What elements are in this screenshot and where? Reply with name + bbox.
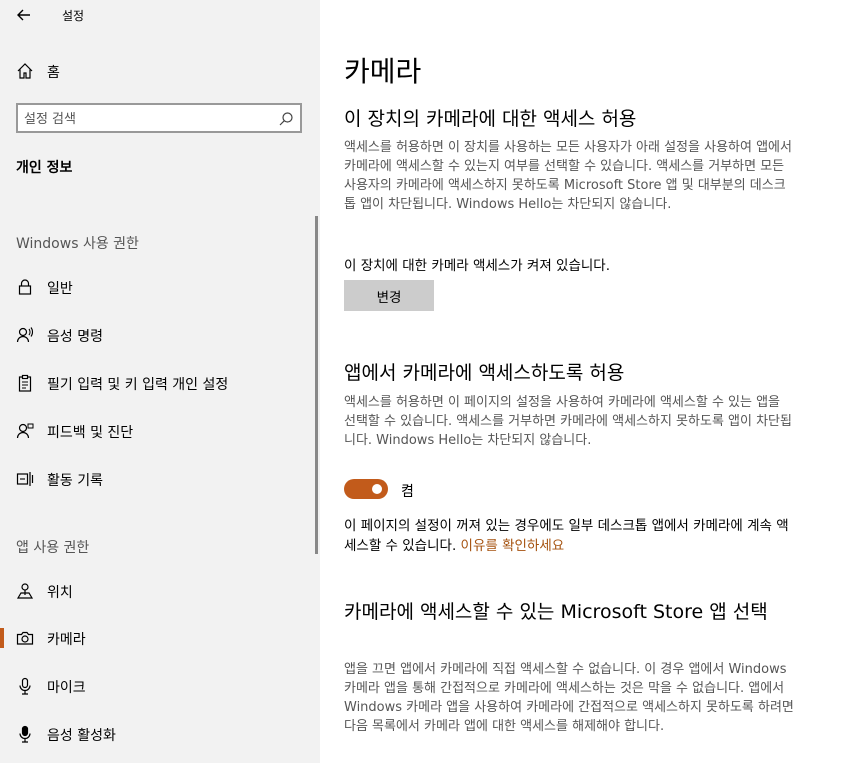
sidebar-item-home[interactable]: 홈 — [0, 51, 320, 91]
camera-icon — [16, 629, 34, 647]
microphone-icon — [16, 677, 34, 695]
sidebar-item-camera[interactable]: 카메라 — [0, 618, 320, 658]
feedback-icon — [16, 422, 34, 440]
store-apps-heading: 카메라에 액세스할 수 있는 Microsoft Store 앱 선택 — [344, 601, 768, 623]
speech-icon — [16, 326, 34, 344]
home-icon — [16, 62, 34, 80]
app-title: 설정 — [62, 9, 85, 23]
sidebar-item-inking-typing[interactable]: 필기 입력 및 키 입력 개인 설정 — [0, 363, 320, 403]
device-access-description: 액세스를 허용하면 이 장치를 사용하는 모든 사용자가 아래 설정을 사용하여… — [344, 140, 792, 212]
sidebar-scrollbar[interactable] — [315, 216, 318, 554]
sidebar-item-feedback[interactable]: 피드백 및 진단 — [0, 411, 320, 451]
sidebar-item-label: 일반 — [47, 281, 73, 297]
page-title: 카메라 — [344, 55, 422, 88]
sidebar-item-microphone[interactable]: 마이크 — [0, 666, 320, 706]
back-arrow-icon[interactable] — [14, 5, 34, 25]
toggle-state-label: 켬 — [401, 484, 414, 500]
sidebar-item-label: 음성 명령 — [47, 329, 103, 345]
sidebar-item-label: 필기 입력 및 키 입력 개인 설정 — [47, 377, 229, 393]
sidebar-item-label: 위치 — [47, 585, 73, 601]
change-button[interactable]: 변경 — [344, 280, 434, 311]
app-access-description: 액세스를 허용하면 이 페이지의 설정을 사용하여 카메라에 액세스할 수 있는… — [344, 395, 792, 448]
sidebar-item-label: 활동 기록 — [47, 473, 103, 489]
sidebar-item-activity-history[interactable]: 활동 기록 — [0, 459, 320, 499]
sidebar-item-label: 마이크 — [47, 680, 86, 696]
group-title-app-permissions: 앱 사용 권한 — [16, 540, 90, 556]
sidebar-item-label: 카메라 — [47, 632, 86, 648]
search-icon[interactable] — [278, 111, 294, 127]
clipboard-icon — [16, 374, 34, 392]
search-box — [16, 103, 302, 133]
title-bar: 설정 — [0, 0, 320, 32]
sidebar-item-label: 홈 — [47, 65, 60, 81]
desktop-apps-note-text: 이 페이지의 설정이 꺼져 있는 경우에도 일부 데스크톱 앱에서 카메라에 계… — [344, 518, 789, 554]
desktop-apps-note: 이 페이지의 설정이 꺼져 있는 경우에도 일부 데스크톱 앱에서 카메라에 계… — [344, 516, 799, 556]
sidebar-item-label: 피드백 및 진단 — [47, 425, 134, 441]
voice-activation-icon — [16, 725, 34, 743]
section-title: 개인 정보 — [16, 160, 73, 176]
camera-access-toggle[interactable] — [344, 479, 388, 499]
device-access-heading: 이 장치의 카메라에 대한 액세스 허용 — [344, 108, 637, 130]
sidebar-item-speech[interactable]: 음성 명령 — [0, 315, 320, 355]
location-icon — [16, 582, 34, 600]
timeline-icon — [16, 470, 34, 488]
lock-icon — [16, 278, 34, 296]
sidebar-item-location[interactable]: 위치 — [0, 571, 320, 611]
search-input[interactable] — [24, 109, 274, 129]
device-access-status: 이 장치에 대한 카메라 액세스가 켜져 있습니다. — [344, 258, 611, 274]
sidebar-item-voice-activation[interactable]: 음성 활성화 — [0, 714, 320, 754]
sidebar-item-label: 음성 활성화 — [47, 728, 116, 744]
main-content: 카메라 이 장치의 카메라에 대한 액세스 허용 액세스를 허용하면 이 장치를… — [320, 0, 844, 763]
learn-why-link[interactable]: 이유를 확인하세요 — [461, 538, 565, 554]
sidebar-item-general[interactable]: 일반 — [0, 267, 320, 307]
toggle-knob — [372, 484, 382, 494]
store-apps-description: 앱을 끄면 앱에서 카메라에 직접 액세스할 수 없습니다. 이 경우 앱에서 … — [344, 662, 794, 734]
group-title-windows-permissions: Windows 사용 권한 — [16, 236, 139, 252]
app-access-heading: 앱에서 카메라에 액세스하도록 허용 — [344, 362, 625, 384]
sidebar: 설정 홈 개인 정보 Windows 사용 권한 일반 음성 명령 필기 입력 … — [0, 0, 320, 763]
